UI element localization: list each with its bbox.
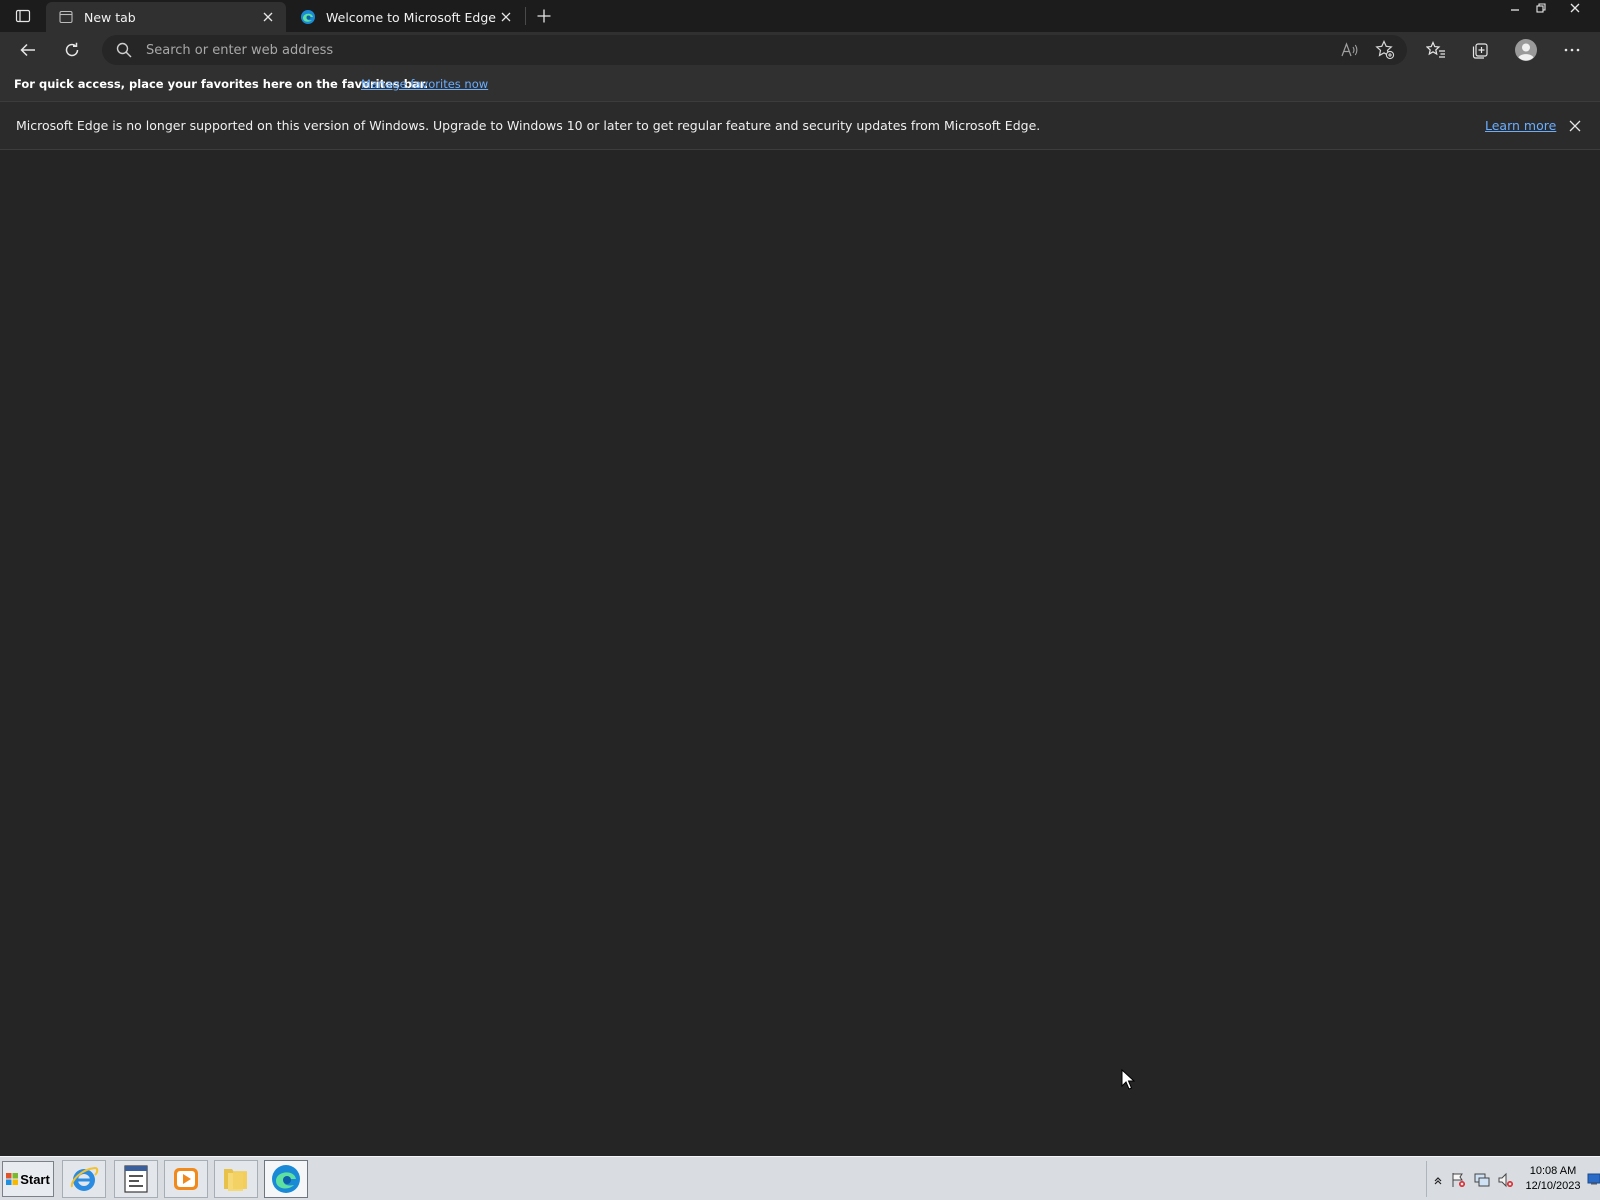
address-bar[interactable] bbox=[102, 35, 1407, 65]
add-favorite-icon bbox=[1375, 40, 1395, 60]
refresh-icon bbox=[65, 42, 79, 57]
close-window-button[interactable] bbox=[1560, 0, 1590, 16]
more-icon bbox=[1564, 48, 1580, 52]
tab-actions-button[interactable] bbox=[12, 6, 34, 26]
tab-divider bbox=[525, 7, 526, 25]
back-button[interactable] bbox=[13, 36, 43, 64]
internet-explorer-icon bbox=[70, 1166, 99, 1191]
taskbar-app-media-player[interactable] bbox=[164, 1160, 208, 1198]
mouse-pointer-icon bbox=[1121, 1069, 1135, 1090]
back-arrow-icon bbox=[20, 43, 35, 57]
clock-time: 10:08 AM bbox=[1529, 1165, 1577, 1177]
favorites-icon bbox=[1426, 41, 1445, 58]
navigation-toolbar bbox=[0, 32, 1600, 68]
collections-icon bbox=[1472, 43, 1488, 59]
manage-favorites-link[interactable]: Manage favorites now bbox=[361, 77, 488, 91]
action-center-flag-button[interactable] bbox=[1449, 1171, 1467, 1189]
search-icon bbox=[116, 42, 132, 58]
learn-more-link[interactable]: Learn more bbox=[1485, 118, 1556, 133]
read-aloud-icon bbox=[1341, 42, 1358, 57]
taskbar-app-server-manager[interactable] bbox=[114, 1160, 158, 1198]
network-icon bbox=[1474, 1173, 1490, 1187]
add-favorite-button[interactable] bbox=[1373, 40, 1397, 60]
chevron-up-icon bbox=[1434, 1177, 1442, 1185]
tab-welcome-to-microsoft-edge[interactable]: Welcome to Microsoft Edge bbox=[288, 2, 524, 32]
dismiss-infobar-button[interactable] bbox=[1566, 117, 1584, 135]
page-content[interactable] bbox=[0, 150, 1600, 1156]
favorites-button[interactable] bbox=[1421, 36, 1451, 64]
close-tab-icon[interactable] bbox=[260, 9, 276, 25]
collections-button[interactable] bbox=[1465, 36, 1495, 64]
clock-date: 12/10/2023 bbox=[1525, 1180, 1581, 1192]
profile-icon bbox=[1515, 39, 1537, 61]
notification-area: 10:08 AM 12/10/2023 bbox=[1426, 1161, 1600, 1197]
windows-logo-icon bbox=[6, 1173, 19, 1185]
tab-actions-icon bbox=[15, 9, 31, 23]
volume-button[interactable] bbox=[1497, 1171, 1515, 1189]
unsupported-os-infobar: Microsoft Edge is no longer supported on… bbox=[0, 102, 1600, 150]
start-button[interactable]: Start bbox=[2, 1161, 54, 1197]
plus-icon bbox=[537, 9, 551, 23]
search-input[interactable] bbox=[146, 35, 1266, 65]
server-manager-icon bbox=[124, 1165, 148, 1193]
tab-label: New tab bbox=[84, 9, 136, 25]
close-tab-icon[interactable] bbox=[498, 9, 514, 25]
new-tab-page-icon bbox=[58, 9, 74, 25]
close-icon bbox=[1570, 3, 1580, 13]
minimize-icon bbox=[1511, 9, 1519, 11]
edge-icon bbox=[300, 9, 316, 25]
edge-icon bbox=[272, 1165, 300, 1193]
volume-muted-icon bbox=[1498, 1172, 1513, 1188]
favorites-bar: For quick access, place your favorites h… bbox=[0, 68, 1600, 102]
close-icon bbox=[1569, 120, 1581, 132]
file-explorer-icon bbox=[224, 1169, 247, 1191]
show-desktop-icon[interactable] bbox=[1587, 1172, 1600, 1186]
network-status-button[interactable] bbox=[1473, 1171, 1491, 1189]
media-player-icon bbox=[174, 1168, 198, 1190]
restore-icon bbox=[1536, 3, 1546, 13]
start-label: Start bbox=[20, 1171, 50, 1187]
title-bar: New tab Welcome to Microsoft Edge bbox=[0, 0, 1600, 32]
taskbar-app-microsoft-edge[interactable] bbox=[264, 1160, 308, 1198]
infobar-message: Microsoft Edge is no longer supported on… bbox=[16, 118, 1041, 133]
profile-button[interactable] bbox=[1511, 36, 1541, 64]
restore-button[interactable] bbox=[1526, 0, 1556, 16]
read-aloud-button[interactable] bbox=[1338, 40, 1362, 60]
tab-label: Welcome to Microsoft Edge bbox=[326, 9, 496, 25]
refresh-button[interactable] bbox=[57, 36, 87, 64]
new-tab-button[interactable] bbox=[534, 6, 554, 26]
system-clock[interactable]: 10:08 AM 12/10/2023 bbox=[1521, 1164, 1585, 1194]
taskbar-app-internet-explorer[interactable] bbox=[62, 1160, 106, 1198]
show-hidden-icons-button[interactable] bbox=[1429, 1171, 1447, 1189]
windows-taskbar: Start 10:08 AM 12/10/2023 bbox=[0, 1156, 1600, 1200]
settings-and-more-button[interactable] bbox=[1557, 36, 1587, 64]
taskbar-app-file-explorer[interactable] bbox=[214, 1160, 258, 1198]
action-center-flag-icon bbox=[1452, 1173, 1465, 1187]
tab-new-tab[interactable]: New tab bbox=[46, 2, 286, 32]
